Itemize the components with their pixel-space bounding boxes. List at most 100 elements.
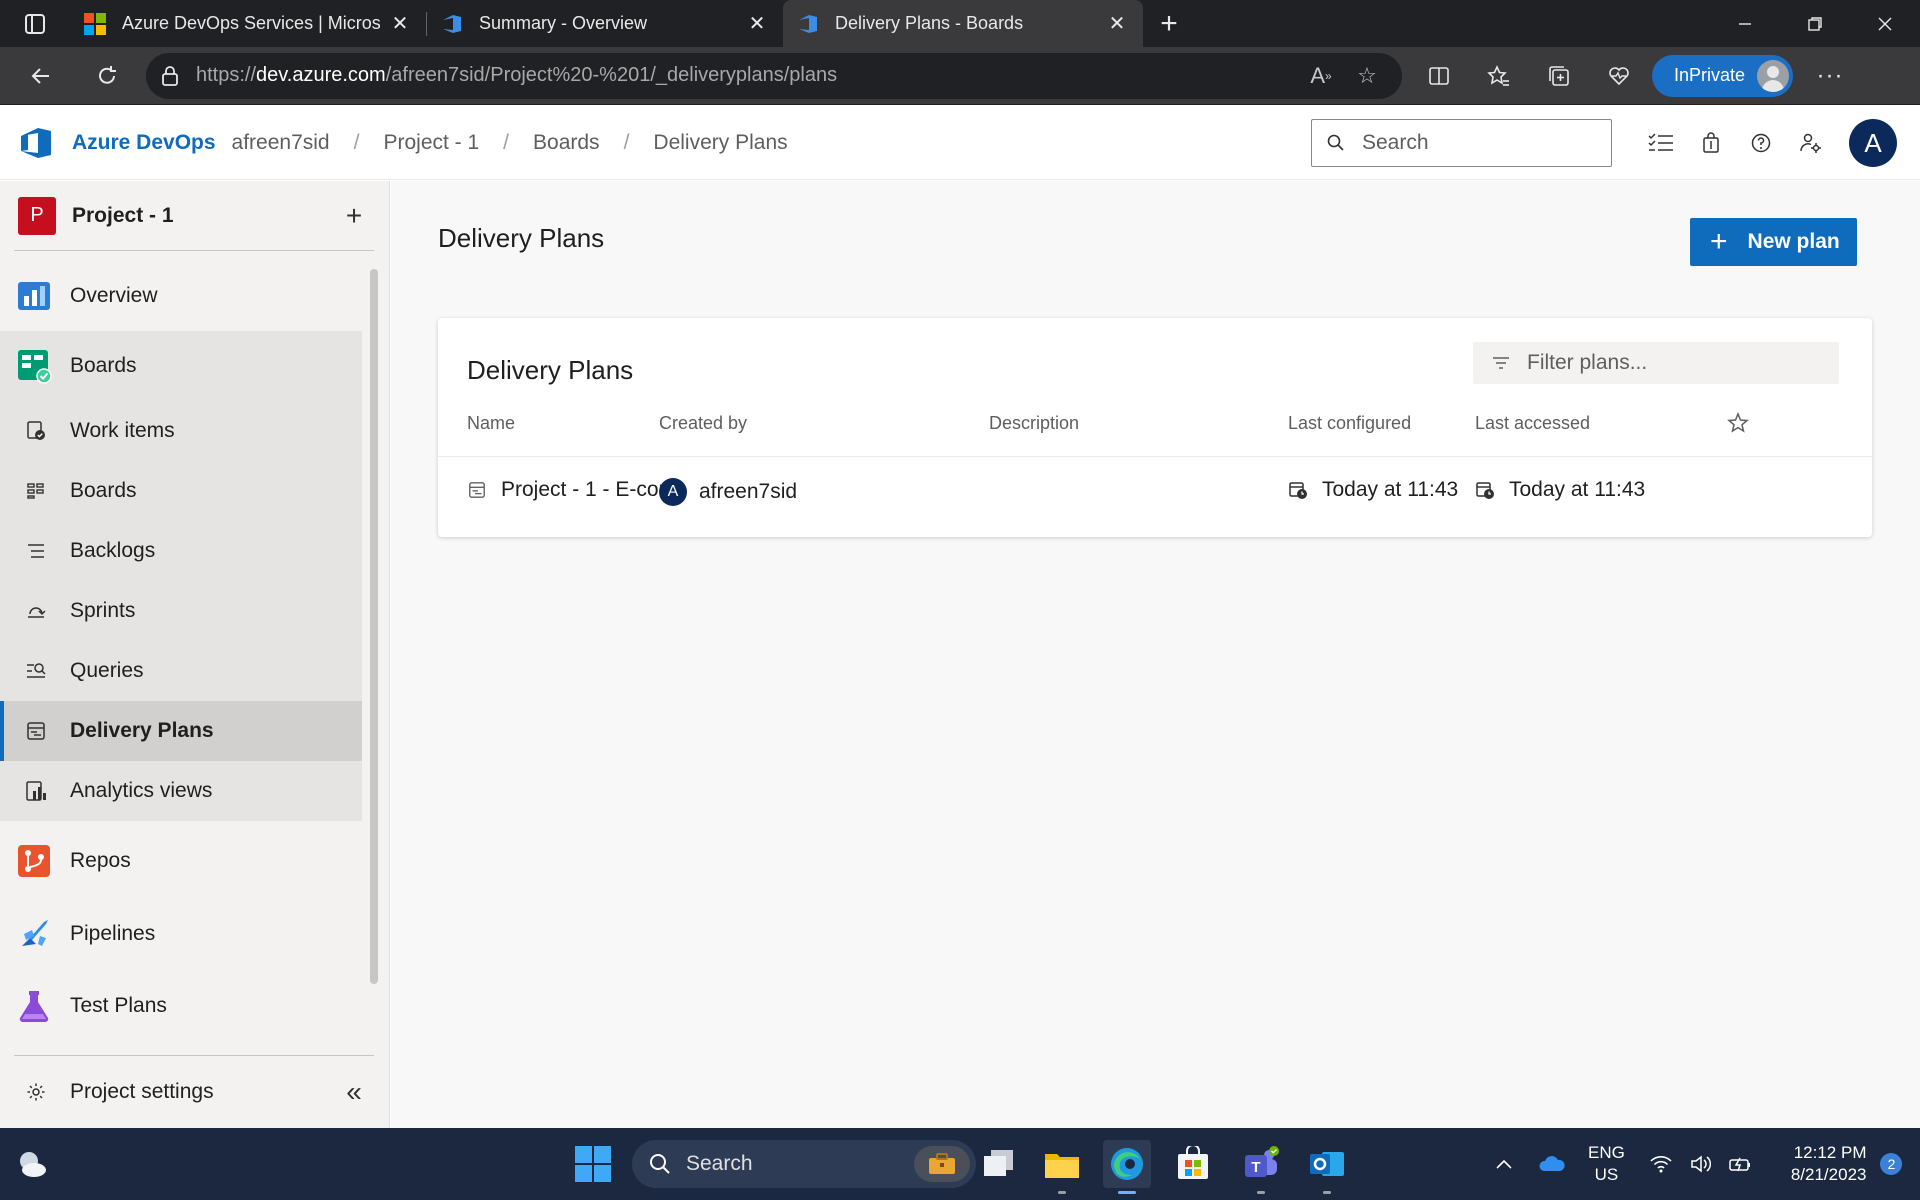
taskbar-search-placeholder: Search	[686, 1152, 753, 1175]
new-tab-button[interactable]: +	[1143, 0, 1195, 47]
last-configured-value: Today at 11:43	[1322, 478, 1459, 501]
refresh-button[interactable]	[84, 53, 130, 99]
column-header-created-by[interactable]: Created by	[659, 413, 747, 434]
language-indicator[interactable]: ENG US	[1588, 1142, 1625, 1186]
windows-taskbar: Search T ENG US 12:12 PM 8/21/2023 2	[0, 1128, 1920, 1200]
read-aloud-icon[interactable]: A»	[1298, 53, 1344, 99]
file-explorer-button[interactable]	[1038, 1140, 1086, 1194]
checklist-icon	[1648, 133, 1673, 151]
nav-item-pipelines[interactable]: Pipelines	[0, 899, 362, 969]
nav-item-boards[interactable]: Boards	[0, 331, 362, 401]
teams-button[interactable]: T	[1237, 1140, 1285, 1194]
user-avatar[interactable]: A	[1849, 119, 1897, 167]
favorite-column-star-icon[interactable]	[1726, 411, 1750, 435]
url-host: dev.azure.com	[256, 64, 386, 86]
ado-brand-link[interactable]: Azure DevOps	[72, 131, 216, 155]
minimize-button[interactable]	[1710, 0, 1780, 47]
back-button[interactable]	[18, 53, 64, 99]
collections-button[interactable]	[1536, 53, 1582, 99]
address-bar[interactable]: https://dev.azure.com/afreen7sid/Project…	[146, 52, 1402, 99]
clock-time: 12:12 PM	[1793, 1143, 1867, 1162]
back-arrow-icon	[31, 67, 49, 84]
user-settings-button[interactable]	[1786, 119, 1836, 167]
azure-devops-logo-icon	[799, 14, 817, 33]
outlook-button[interactable]	[1303, 1140, 1351, 1194]
volume-icon[interactable]	[1681, 1144, 1721, 1184]
onedrive-button[interactable]	[1532, 1144, 1572, 1184]
azure-devops-logo-icon[interactable]	[18, 125, 54, 161]
nav-item-analytics-views[interactable]: Analytics views	[0, 761, 362, 821]
header-search-box[interactable]: Search	[1311, 119, 1612, 167]
breadcrumb-boards[interactable]: Boards	[533, 131, 600, 155]
task-view-button[interactable]	[975, 1140, 1023, 1188]
clock[interactable]: 12:12 PM 8/21/2023	[1791, 1142, 1867, 1186]
restore-button[interactable]	[1780, 0, 1850, 47]
nav-label: Test Plans	[70, 994, 167, 1017]
breadcrumb-project[interactable]: Project - 1	[383, 131, 479, 155]
plan-name-link[interactable]: Project - 1 - E-com	[467, 478, 676, 502]
breadcrumb-organization[interactable]: afreen7sid	[232, 131, 330, 155]
breadcrumb-delivery-plans[interactable]: Delivery Plans	[653, 131, 787, 155]
windows-start-icon[interactable]	[573, 1144, 613, 1184]
sidebar-scrollbar[interactable]	[370, 269, 378, 984]
collapse-sidebar-icon[interactable]: «	[334, 1072, 374, 1112]
browser-tab-azure-services[interactable]: Azure DevOps Services | Microso ✕	[70, 0, 426, 47]
work-items-list-button[interactable]	[1636, 119, 1686, 167]
nav-item-test-plans[interactable]: Test Plans	[0, 971, 362, 1041]
nav-item-overview[interactable]: Overview	[0, 261, 362, 331]
weather-widget-icon[interactable]	[14, 1146, 50, 1182]
nav-item-queries[interactable]: Queries	[0, 641, 362, 701]
heart-pulse-icon	[1609, 66, 1629, 85]
column-header-name[interactable]: Name	[467, 413, 515, 434]
settings-more-button[interactable]: ···	[1807, 53, 1853, 99]
browser-tab-summary[interactable]: Summary - Overview ✕	[427, 0, 783, 47]
tab-close-icon[interactable]: ✕	[1105, 12, 1129, 36]
restore-icon	[1808, 16, 1822, 31]
battery-icon[interactable]	[1721, 1144, 1761, 1184]
nav-item-repos[interactable]: Repos	[0, 826, 362, 896]
project-switcher[interactable]: P Project - 1 +	[14, 181, 374, 251]
column-header-last-accessed[interactable]: Last accessed	[1475, 413, 1590, 434]
add-icon[interactable]: +	[334, 196, 374, 236]
tab-close-icon[interactable]: ✕	[745, 12, 769, 36]
filter-plans-input[interactable]: Filter plans...	[1473, 342, 1839, 384]
inprivate-button[interactable]: InPrivate	[1652, 54, 1794, 97]
language-code: ENG	[1588, 1143, 1625, 1162]
nav-label: Backlogs	[70, 539, 156, 562]
nav-item-backlogs[interactable]: Backlogs	[0, 521, 362, 581]
new-plan-button[interactable]: + New plan	[1690, 218, 1857, 266]
nav-label: Boards	[70, 479, 137, 502]
favorite-star-icon[interactable]: ☆	[1344, 53, 1390, 99]
delivery-plans-card: Delivery Plans Filter plans... Name Crea…	[438, 318, 1872, 537]
edge-browser-button[interactable]	[1103, 1140, 1151, 1194]
wifi-icon[interactable]	[1641, 1144, 1681, 1184]
marketplace-button[interactable]	[1686, 119, 1736, 167]
filter-placeholder: Filter plans...	[1527, 351, 1648, 374]
browser-tab-delivery-plans[interactable]: Delivery Plans - Boards ✕	[783, 0, 1143, 47]
column-header-last-configured[interactable]: Last configured	[1288, 413, 1411, 434]
help-button[interactable]	[1736, 119, 1786, 167]
nav-item-boards-sub[interactable]: Boards	[0, 461, 362, 521]
split-screen-button[interactable]	[1416, 53, 1462, 99]
close-window-button[interactable]	[1850, 0, 1920, 47]
project-settings-link[interactable]: Project settings «	[14, 1055, 374, 1127]
repos-icon	[18, 845, 50, 877]
favorites-button[interactable]	[1476, 53, 1522, 99]
nav-item-sprints[interactable]: Sprints	[0, 581, 362, 641]
notification-badge[interactable]: 2	[1880, 1153, 1903, 1175]
header-icon-group	[1636, 119, 1836, 167]
microsoft-store-button[interactable]	[1169, 1140, 1217, 1188]
tab-close-icon[interactable]: ✕	[388, 12, 412, 36]
show-hidden-icons-button[interactable]	[1484, 1144, 1524, 1184]
plus-icon: +	[1710, 225, 1728, 258]
running-indicator	[1257, 1191, 1265, 1194]
nav-item-work-items[interactable]: Work items	[0, 401, 362, 461]
breadcrumb-separator: /	[353, 130, 360, 154]
taskbar-search-box[interactable]: Search	[632, 1140, 976, 1188]
new-plan-label: New plan	[1747, 230, 1840, 253]
tab-actions-button[interactable]	[0, 0, 70, 47]
browser-essentials-button[interactable]	[1596, 53, 1642, 99]
nav-item-delivery-plans[interactable]: Delivery Plans	[0, 701, 362, 761]
briefcase-icon	[914, 1146, 970, 1182]
column-header-description[interactable]: Description	[989, 413, 1079, 434]
